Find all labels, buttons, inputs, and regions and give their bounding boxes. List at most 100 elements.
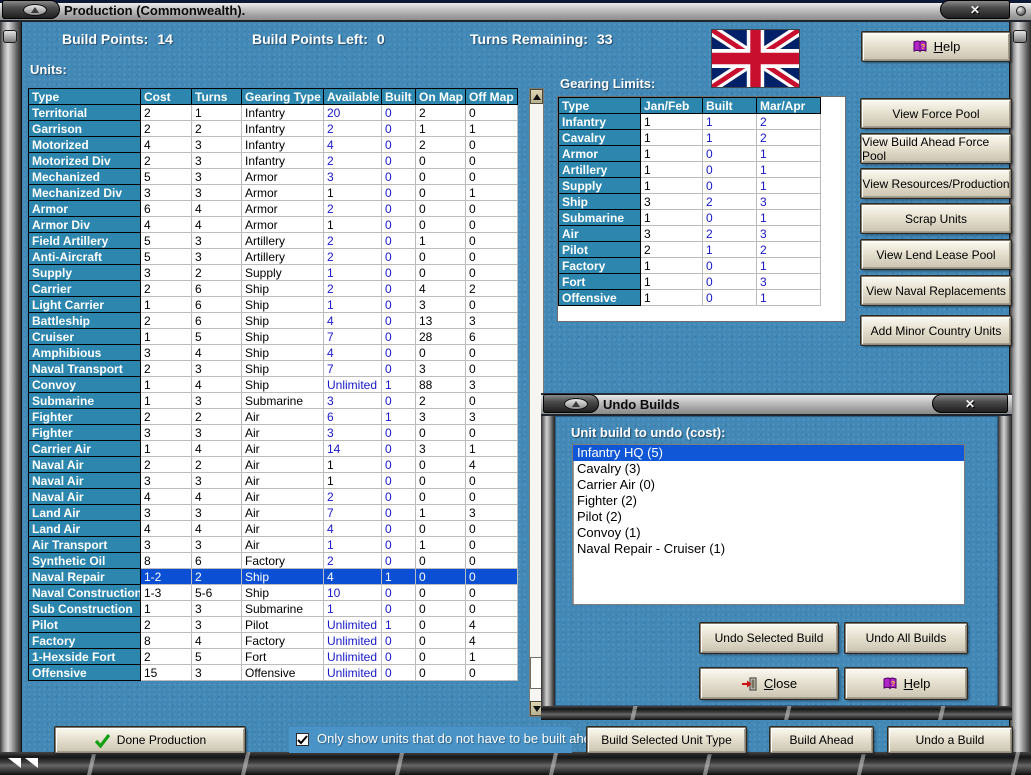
- window-rollup-button[interactable]: [2, 0, 60, 19]
- build-ahead-button[interactable]: Build Ahead: [769, 726, 874, 754]
- undo-all-builds-button[interactable]: Undo All Builds: [844, 622, 968, 654]
- data-cell: 0: [465, 104, 518, 121]
- table-row-motorized-div[interactable]: Motorized Div 2 3 Infantry 2 0 0 0: [28, 152, 518, 169]
- column-header-gearing-type[interactable]: Gearing Type: [241, 88, 324, 105]
- data-cell: 0: [465, 584, 518, 601]
- build-selected-unit-type-button[interactable]: Build Selected Unit Type: [586, 726, 747, 754]
- column-header-on-map[interactable]: On Map: [415, 88, 466, 105]
- done-production-button[interactable]: Done Production: [54, 726, 246, 754]
- table-row-synthetic-oil[interactable]: Synthetic Oil 8 6 Factory 2 0 0 0: [28, 552, 518, 569]
- table-row-convoy[interactable]: Convoy 1 4 Ship Unlimited 1 88 3: [28, 376, 518, 393]
- frame-knob: [3, 30, 17, 43]
- table-row-submarine[interactable]: Submarine 1 3 Submarine 3 0 2 0: [28, 392, 518, 409]
- table-row-factory[interactable]: Factory 8 4 Factory Unlimited 0 0 4: [28, 632, 518, 649]
- table-row-fighter[interactable]: Fighter 2 2 Air 6 1 3 3: [28, 408, 518, 425]
- list-item-naval-repair-cruiser-1[interactable]: Naval Repair - Cruiser (1): [573, 541, 964, 557]
- data-cell: Air: [241, 456, 324, 473]
- table-row-amphibious[interactable]: Amphibious 3 4 Ship 4 0 0 0: [28, 344, 518, 361]
- data-cell: 4: [191, 216, 242, 233]
- row-type-cell: 1-Hexside Fort: [28, 648, 141, 665]
- list-item-fighter-2[interactable]: Fighter (2): [573, 493, 964, 509]
- table-row-pilot[interactable]: Pilot 2 3 Pilot Unlimited 1 0 4: [28, 616, 518, 633]
- table-row-carrier[interactable]: Carrier 2 6 Ship 2 0 4 2: [28, 280, 518, 297]
- data-cell: 0: [381, 264, 416, 281]
- undo-selected-build-button[interactable]: Undo Selected Build: [699, 622, 839, 654]
- close-button[interactable]: Close: [699, 667, 839, 700]
- data-cell: 2: [323, 232, 382, 249]
- table-row-mechanized[interactable]: Mechanized 5 3 Armor 3 0 0 0: [28, 168, 518, 185]
- build-ahead-filter-checkbox[interactable]: [296, 733, 309, 746]
- table-row-armor[interactable]: Armor 6 4 Armor 2 0 0 0: [28, 200, 518, 217]
- data-cell: 1: [415, 536, 466, 553]
- scroll-up-button[interactable]: [530, 89, 543, 104]
- table-row-sub-construction[interactable]: Sub Construction 1 3 Submarine 1 0 0 0: [28, 600, 518, 617]
- table-row-naval-air[interactable]: Naval Air 3 3 Air 1 0 0 0: [28, 472, 518, 489]
- table-row-armor-div[interactable]: Armor Div 4 4 Armor 1 0 0 0: [28, 216, 518, 233]
- table-row-light-carrier[interactable]: Light Carrier 1 6 Ship 1 0 3 0: [28, 296, 518, 313]
- undo-window-close-button[interactable]: ✕: [932, 394, 1008, 413]
- data-cell: Air: [241, 472, 324, 489]
- data-cell: 0: [381, 424, 416, 441]
- data-cell: 5: [191, 648, 242, 665]
- table-row-land-air[interactable]: Land Air 3 3 Air 7 0 1 3: [28, 504, 518, 521]
- view-build-ahead-force-pool-button[interactable]: View Build Ahead Force Pool: [860, 133, 1012, 164]
- table-row-territorial[interactable]: Territorial 2 1 Infantry 20 0 2 0: [28, 104, 518, 121]
- scrap-units-button[interactable]: Scrap Units: [860, 203, 1012, 234]
- column-header-cost[interactable]: Cost: [140, 88, 192, 105]
- list-item-pilot-2[interactable]: Pilot (2): [573, 509, 964, 525]
- table-row-naval-air[interactable]: Naval Air 4 4 Air 2 0 0 0: [28, 488, 518, 505]
- window-frame-bottom: [0, 752, 1031, 775]
- list-item-cavalry-3[interactable]: Cavalry (3): [573, 461, 964, 477]
- table-row-supply[interactable]: Supply 3 2 Supply 1 0 0 0: [28, 264, 518, 281]
- exit-door-icon: [741, 676, 758, 692]
- undo-a-build-button[interactable]: Undo a Build: [887, 726, 1013, 754]
- table-row-motorized[interactable]: Motorized 4 3 Infantry 4 0 2 0: [28, 136, 518, 153]
- resize-grip[interactable]: [8, 758, 38, 768]
- table-row-naval-air[interactable]: Naval Air 2 2 Air 1 0 0 4: [28, 456, 518, 473]
- column-header-type[interactable]: Type: [28, 88, 141, 105]
- column-header-off-map[interactable]: Off Map: [465, 88, 518, 105]
- table-row-fighter[interactable]: Fighter 3 3 Air 3 0 0 0: [28, 424, 518, 441]
- add-minor-country-units-button[interactable]: Add Minor Country Units: [860, 315, 1012, 346]
- row-type-cell: Naval Air: [28, 456, 141, 473]
- table-row-naval-transport[interactable]: Naval Transport 2 3 Ship 7 0 3 0: [28, 360, 518, 377]
- column-header-turns[interactable]: Turns: [191, 88, 242, 105]
- data-cell: 3: [191, 600, 242, 617]
- data-cell: 2: [140, 104, 192, 121]
- table-row-1-hexside-fort[interactable]: 1-Hexside Fort 2 5 Fort Unlimited 0 0 1: [28, 648, 518, 665]
- table-row-cruiser[interactable]: Cruiser 1 5 Ship 7 0 28 6: [28, 328, 518, 345]
- data-cell: 0: [381, 536, 416, 553]
- undo-help-button[interactable]: ? Help: [844, 667, 968, 700]
- list-item-carrier-air-0[interactable]: Carrier Air (0): [573, 477, 964, 493]
- table-row-air-transport[interactable]: Air Transport 3 3 Air 1 0 1 0: [28, 536, 518, 553]
- view-naval-replacements-button[interactable]: View Naval Replacements: [860, 275, 1012, 306]
- table-row-field-artillery[interactable]: Field Artillery 5 3 Artillery 2 0 1 0: [28, 232, 518, 249]
- view-resources-production-button[interactable]: View Resources/Production: [860, 168, 1012, 199]
- undo-build-listbox[interactable]: Infantry HQ (5) Cavalry (3) Carrier Air (0…: [572, 444, 965, 605]
- data-cell: 0: [381, 504, 416, 521]
- table-row-land-air[interactable]: Land Air 4 4 Air 4 0 0 0: [28, 520, 518, 537]
- table-row-battleship[interactable]: Battleship 2 6 Ship 4 0 13 3: [28, 312, 518, 329]
- list-item-convoy-1[interactable]: Convoy (1): [573, 525, 964, 541]
- svg-text:?: ?: [920, 44, 924, 51]
- table-row-carrier-air[interactable]: Carrier Air 1 4 Air 14 0 3 1: [28, 440, 518, 457]
- table-row-naval-construction[interactable]: Naval Construction 1-3 5-6 Ship 10 0 0 0: [28, 584, 518, 601]
- column-header-available[interactable]: Available: [323, 88, 382, 105]
- window-close-button[interactable]: ✕: [940, 0, 1010, 19]
- view-force-pool-button[interactable]: View Force Pool: [860, 98, 1012, 129]
- data-cell: Supply: [241, 264, 324, 281]
- row-type-cell: Factory: [558, 257, 641, 274]
- table-row-anti-aircraft[interactable]: Anti-Aircraft 5 3 Artillery 2 0 0 0: [28, 248, 518, 265]
- data-cell: 5-6: [191, 584, 242, 601]
- view-lend-lease-pool-button[interactable]: View Lend Lease Pool: [860, 239, 1012, 270]
- table-row-garrison[interactable]: Garrison 2 2 Infantry 2 0 1 1: [28, 120, 518, 137]
- table-row-mechanized-div[interactable]: Mechanized Div 3 3 Armor 1 0 0 1: [28, 184, 518, 201]
- list-item-infantry-hq-5[interactable]: Infantry HQ (5): [573, 445, 964, 461]
- gearing-row-pilot: Pilot 2 1 2: [558, 241, 821, 258]
- undo-window-rollup-button[interactable]: [543, 394, 599, 413]
- data-cell: 14: [323, 440, 382, 457]
- column-header-built[interactable]: Built: [381, 88, 416, 105]
- table-row-naval-repair-selected[interactable]: Naval Repair 1-2 2 Ship 4 1 0 0: [28, 568, 518, 585]
- table-row-offensive[interactable]: Offensive 15 3 Offensive Unlimited 0 0 0: [28, 664, 518, 681]
- help-button[interactable]: ? Help: [861, 31, 1011, 62]
